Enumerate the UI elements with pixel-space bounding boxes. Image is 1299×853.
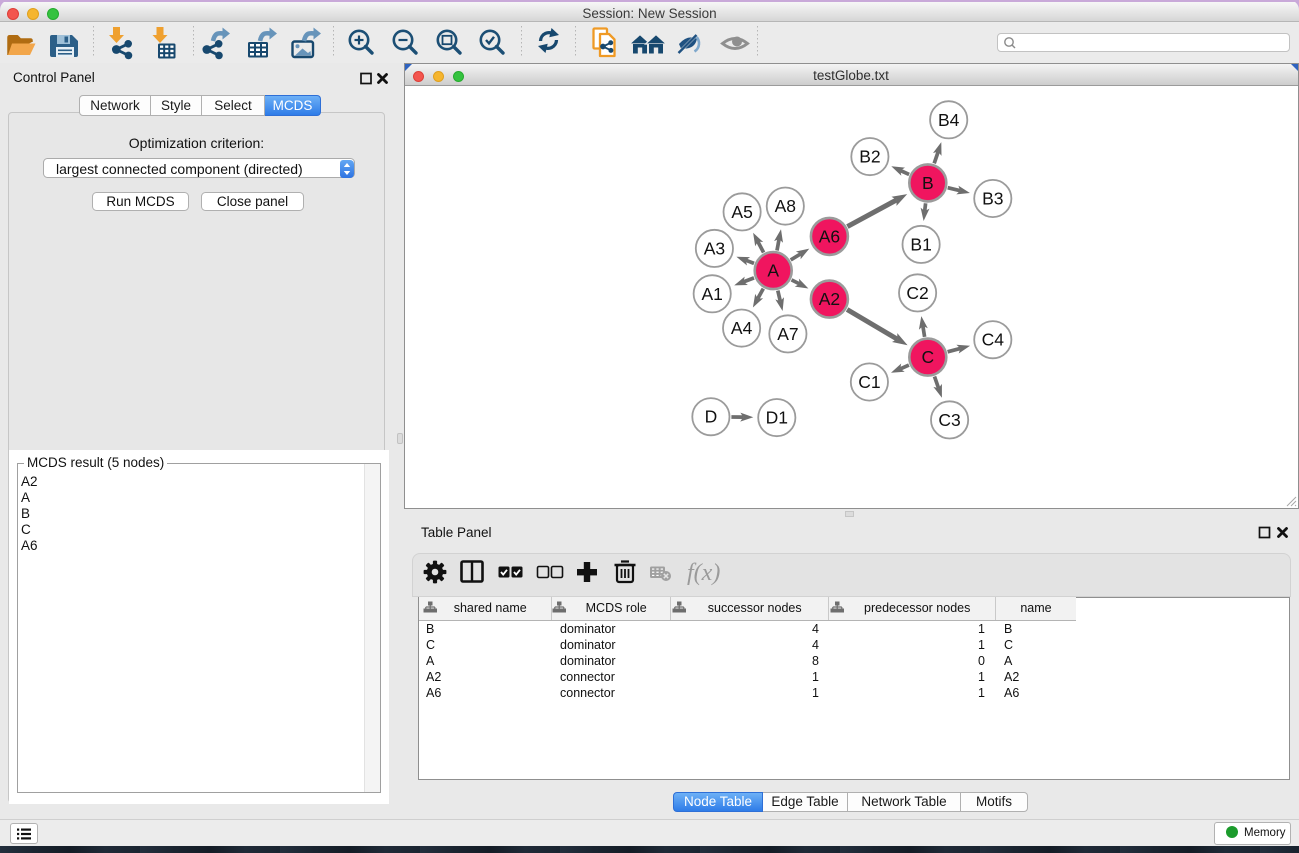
svg-text:B3: B3 [982, 189, 1003, 209]
svg-text:C3: C3 [938, 410, 960, 430]
svg-text:A7: A7 [777, 324, 798, 344]
svg-text:C4: C4 [982, 330, 1005, 350]
svg-text:C1: C1 [858, 372, 880, 392]
svg-text:A8: A8 [775, 196, 796, 216]
svg-text:B4: B4 [938, 110, 960, 130]
svg-text:C: C [921, 347, 934, 367]
svg-text:A2: A2 [819, 289, 840, 309]
svg-text:A3: A3 [704, 238, 725, 258]
svg-text:A4: A4 [731, 318, 753, 338]
svg-text:A6: A6 [819, 226, 840, 246]
svg-text:A: A [767, 261, 779, 281]
svg-text:B2: B2 [859, 147, 880, 167]
svg-text:D1: D1 [766, 408, 788, 428]
svg-text:B1: B1 [910, 234, 931, 254]
svg-text:A5: A5 [731, 202, 752, 222]
svg-text:C2: C2 [906, 283, 928, 303]
svg-text:B: B [922, 173, 934, 193]
svg-text:A1: A1 [701, 284, 722, 304]
svg-text:D: D [705, 407, 718, 427]
